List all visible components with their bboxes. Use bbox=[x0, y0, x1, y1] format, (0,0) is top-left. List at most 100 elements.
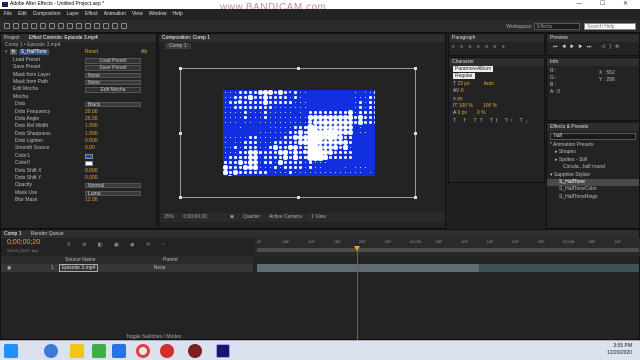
file-explorer-icon[interactable] bbox=[70, 344, 84, 358]
property-dropdown[interactable]: Normal bbox=[85, 183, 141, 189]
word-icon[interactable] bbox=[112, 344, 126, 358]
vertical-scale-value[interactable]: 100 % bbox=[459, 103, 473, 109]
transform-handle[interactable] bbox=[179, 132, 182, 135]
window-controls[interactable]: — ☐ ✕ bbox=[576, 0, 636, 9]
info-tab[interactable]: Info bbox=[547, 58, 639, 66]
effects-tree-item[interactable]: S_HalfToneColor bbox=[547, 186, 639, 193]
search-help-input[interactable]: Search Help bbox=[584, 23, 636, 30]
fx-icon[interactable]: fx bbox=[9, 49, 18, 56]
system-clock[interactable]: 3:55 PM 12/20/2020 bbox=[607, 343, 632, 357]
parent-header[interactable]: Parent bbox=[163, 257, 178, 263]
layer-duration-bar-tail[interactable] bbox=[479, 264, 639, 272]
magnification-select[interactable]: 25% bbox=[164, 214, 174, 220]
font-family-value[interactable]: ParamoreAlbum bbox=[453, 66, 494, 72]
timeline-current-time[interactable]: 0;00;00;20 bbox=[7, 239, 40, 246]
windows-start-icon[interactable] bbox=[4, 344, 18, 358]
property-button[interactable]: Edit Mocha bbox=[85, 87, 141, 94]
reset-link[interactable]: Reset bbox=[85, 49, 98, 56]
paragraph-align-buttons[interactable]: ≡ ≡ ≡ ≡ ≡ ≡ ≡ bbox=[449, 42, 544, 52]
preview-transport-controls[interactable]: ⏮◀▶▶⏭ ◁)⟲ bbox=[547, 42, 639, 52]
menu-effect[interactable]: Effect bbox=[85, 11, 98, 17]
effect-name[interactable]: S_HalfTone bbox=[18, 49, 49, 56]
bandicam-icon[interactable] bbox=[188, 344, 202, 358]
menu-help[interactable]: Help bbox=[172, 11, 182, 17]
tsume-value[interactable]: 0 % bbox=[477, 110, 486, 116]
about-link[interactable]: Ab bbox=[141, 49, 147, 56]
store-icon[interactable] bbox=[92, 344, 106, 358]
zoom-tool-icon[interactable] bbox=[22, 23, 28, 29]
effects-tree-item[interactable]: Circula...half round bbox=[547, 164, 639, 171]
menu-view[interactable]: View bbox=[132, 11, 143, 17]
property-dropdown[interactable]: Luma bbox=[85, 190, 141, 196]
property-button[interactable]: Load Preset bbox=[85, 57, 141, 64]
viewer-timecode[interactable]: 0;00;00;20 bbox=[183, 214, 207, 220]
layer-duration-bar[interactable] bbox=[257, 264, 479, 272]
text-tool-icon[interactable] bbox=[76, 23, 82, 29]
effects-search-input[interactable]: half bbox=[550, 133, 636, 140]
pen-tool-icon[interactable] bbox=[67, 23, 73, 29]
color-swatch[interactable] bbox=[85, 153, 93, 159]
property-value[interactable]: 0.00 bbox=[85, 145, 95, 152]
tracking-value[interactable]: 0 bbox=[461, 88, 464, 94]
paragraph-tab[interactable]: Paragraph bbox=[449, 34, 544, 42]
menu-animation[interactable]: Animation bbox=[104, 11, 126, 17]
transform-handle[interactable] bbox=[179, 67, 182, 70]
workspace-value[interactable]: Effects bbox=[534, 23, 580, 30]
eraser-tool-icon[interactable] bbox=[103, 23, 109, 29]
current-time-indicator[interactable] bbox=[357, 248, 358, 340]
menu-edit[interactable]: Edit bbox=[18, 11, 27, 17]
views-select[interactable]: 1 View bbox=[311, 214, 326, 220]
effects-tree-item[interactable]: S_HalfToneRings bbox=[547, 194, 639, 201]
layer-parent-select[interactable]: None bbox=[154, 265, 166, 271]
menu-window[interactable]: Window bbox=[149, 11, 167, 17]
expand-triangle-icon[interactable]: ▾ bbox=[5, 49, 8, 55]
puppet-tool-icon[interactable] bbox=[121, 23, 127, 29]
property-dropdown[interactable]: Black bbox=[85, 102, 141, 108]
active-camera-select[interactable]: Active Camera bbox=[269, 214, 302, 220]
property-value[interactable]: 0.000 bbox=[85, 175, 98, 182]
property-value[interactable]: 0.000 bbox=[85, 138, 98, 145]
color-swatch[interactable] bbox=[85, 161, 93, 167]
font-style-select[interactable]: Regular bbox=[449, 73, 544, 80]
timeline-switch-icons[interactable]: ⚲ ⚙ ◧ ▣ ◉ ⟲ ◔ bbox=[67, 242, 170, 248]
rotate-tool-icon[interactable] bbox=[31, 23, 37, 29]
transform-handle[interactable] bbox=[414, 67, 417, 70]
leading-value[interactable]: Auto bbox=[484, 81, 494, 87]
transform-handle[interactable] bbox=[179, 196, 182, 199]
clone-tool-icon[interactable] bbox=[94, 23, 100, 29]
menu-composition[interactable]: Composition bbox=[33, 11, 61, 17]
effects-tree-item[interactable]: * Animation Presets bbox=[547, 142, 639, 149]
property-dropdown[interactable]: None bbox=[85, 72, 141, 78]
menu-layer[interactable]: Layer bbox=[66, 11, 79, 17]
tab-comp1-timeline[interactable]: Comp 1 bbox=[4, 231, 22, 237]
character-tab[interactable]: Character bbox=[449, 58, 544, 66]
visibility-icon[interactable]: ◉ bbox=[7, 265, 11, 271]
chrome-icon[interactable] bbox=[136, 344, 150, 358]
camera-snapshot-icon[interactable]: ◙ bbox=[230, 214, 233, 220]
camera-tool-icon[interactable] bbox=[40, 23, 46, 29]
baseline-shift-value[interactable]: 0 px bbox=[457, 110, 466, 116]
effects-tree-item[interactable]: ▸ Sprites - Still bbox=[547, 157, 639, 164]
property-value[interactable]: 25.00 bbox=[85, 116, 98, 123]
source-name-header[interactable]: Source Name bbox=[65, 257, 96, 263]
property-value[interactable]: 12.00 bbox=[85, 197, 98, 204]
transform-handle[interactable] bbox=[297, 67, 300, 70]
workspace-selector[interactable]: Workspace: Effects bbox=[506, 23, 580, 30]
property-value[interactable]: 20.00 bbox=[85, 109, 98, 116]
property-button[interactable]: Save Preset bbox=[85, 65, 141, 72]
tab-project[interactable]: Project bbox=[4, 35, 20, 41]
horizontal-scale-value[interactable]: 100 % bbox=[483, 103, 497, 109]
layer-row[interactable]: ◉ 1 Episode 3.mp4 None bbox=[1, 264, 253, 272]
time-ruler[interactable]: 0F 05F 10F 15F 20F 25F 01:00f 05F 10F 15F 20F 25F 02… bbox=[255, 238, 640, 256]
transform-handle[interactable] bbox=[414, 132, 417, 135]
brush-tool-icon[interactable] bbox=[85, 23, 91, 29]
property-value[interactable]: 1.000 bbox=[85, 131, 98, 138]
layer-name[interactable]: Episode 3.mp4 bbox=[58, 264, 99, 272]
font-style-value[interactable]: Regular bbox=[453, 73, 475, 80]
pan-behind-tool-icon[interactable] bbox=[49, 23, 55, 29]
resolution-select[interactable]: Quarter bbox=[243, 214, 260, 220]
work-area-bar[interactable] bbox=[257, 248, 639, 252]
menu-file[interactable]: File bbox=[4, 11, 12, 17]
selection-tool-icon[interactable] bbox=[4, 23, 10, 29]
font-size-value[interactable]: 23 px bbox=[457, 81, 469, 87]
